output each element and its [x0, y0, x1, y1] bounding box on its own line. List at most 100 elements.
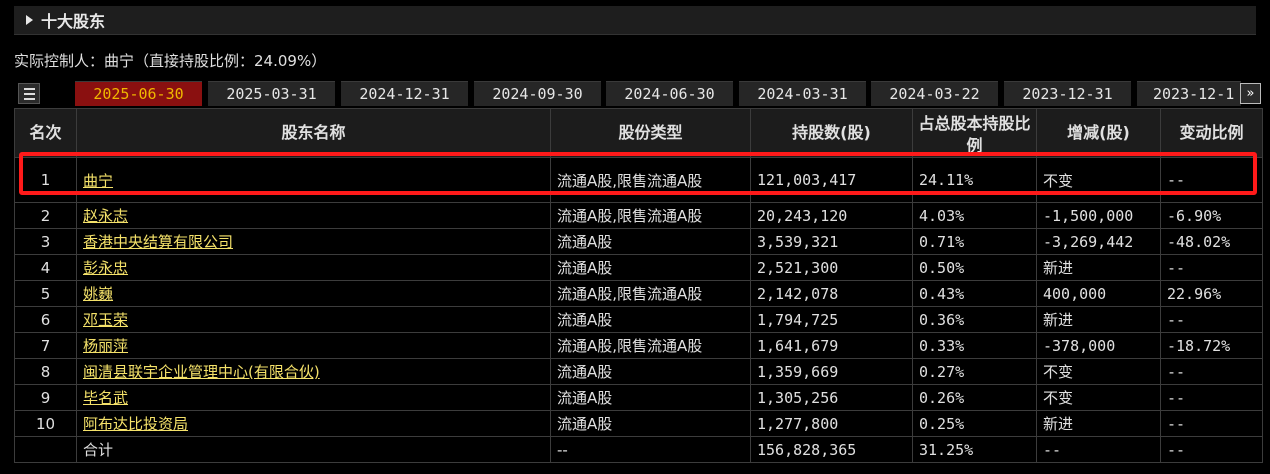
- row-change: 不变: [1036, 358, 1161, 385]
- tab-2023-12-31[interactable]: 2023-12-31: [1004, 81, 1131, 106]
- row-share-type: 流通A股,限售流通A股: [550, 332, 751, 359]
- holder-name-link[interactable]: 曲宁: [83, 172, 113, 190]
- holder-name-link[interactable]: 赵永志: [83, 207, 128, 225]
- table-row: 6 邓玉荣 流通A股 1,794,725 0.36% 新进 --: [14, 306, 1263, 333]
- total-row: 合计 -- 156,828,365 31.25% -- --: [14, 436, 1263, 463]
- row-shares: 2,521,300: [750, 254, 913, 281]
- tab-2025-03-31[interactable]: 2025-03-31: [208, 81, 335, 106]
- total-change-pct: --: [1160, 436, 1263, 463]
- table-row: 7 杨丽萍 流通A股,限售流通A股 1,641,679 0.33% -378,000 -18…: [14, 332, 1263, 359]
- row-shares: 1,794,725: [750, 306, 913, 333]
- holder-name-link[interactable]: 阿布达比投资局: [83, 415, 188, 433]
- row-share-type: 流通A股: [550, 306, 751, 333]
- row-share-type: 流通A股: [550, 228, 751, 255]
- top-ten-holders-table: 名次 股东名称 股份类型 持股数(股) 占总股本持股比例 增减(股) 变动比例 …: [14, 108, 1263, 463]
- row-change: -378,000: [1036, 332, 1161, 359]
- row-rank: 6: [14, 306, 77, 333]
- row-share-type: 流通A股: [550, 254, 751, 281]
- row-ratio: 0.50%: [912, 254, 1037, 281]
- holder-name-link[interactable]: 香港中央结算有限公司: [83, 233, 233, 251]
- tab-2024-12-31[interactable]: 2024-12-31: [341, 81, 468, 106]
- row-holder-name: 姚巍: [76, 280, 551, 307]
- row-change-pct: --: [1160, 384, 1263, 411]
- holder-name-link[interactable]: 邓玉荣: [83, 311, 128, 329]
- row-change-pct: -18.72%: [1160, 332, 1263, 359]
- row-rank: 1: [14, 157, 77, 203]
- row-change: 不变: [1036, 157, 1161, 203]
- holder-name-link[interactable]: 毕名武: [83, 389, 128, 407]
- row-holder-name: 赵永志: [76, 202, 551, 229]
- row-rank: 2: [14, 202, 77, 229]
- row-shares: 1,277,800: [750, 410, 913, 437]
- row-holder-name: 邓玉荣: [76, 306, 551, 333]
- header-holder-name[interactable]: 股东名称: [76, 108, 551, 158]
- row-shares: 1,359,669: [750, 358, 913, 385]
- tab-2024-03-22[interactable]: 2024-03-22: [871, 81, 998, 106]
- row-shares: 20,243,120: [750, 202, 913, 229]
- row-holder-name: 香港中央结算有限公司: [76, 228, 551, 255]
- table-row: 9 毕名武 流通A股 1,305,256 0.26% 不变 --: [14, 384, 1263, 411]
- row-holder-name: 曲宁: [76, 157, 551, 203]
- row-rank: 4: [14, 254, 77, 281]
- row-ratio: 24.11%: [912, 157, 1037, 203]
- holder-name-link[interactable]: 闽清县联宇企业管理中心(有限合伙): [83, 363, 320, 381]
- row-change: -3,269,442: [1036, 228, 1161, 255]
- table-row: 10 阿布达比投资局 流通A股 1,277,800 0.25% 新进 --: [14, 410, 1263, 437]
- row-change-pct: --: [1160, 254, 1263, 281]
- expand-triangle-icon[interactable]: [26, 15, 33, 25]
- row-shares: 2,142,078: [750, 280, 913, 307]
- tab-2024-03-31[interactable]: 2024-03-31: [739, 81, 866, 106]
- row-holder-name: 毕名武: [76, 384, 551, 411]
- table-row: 4 彭永忠 流通A股 2,521,300 0.50% 新进 --: [14, 254, 1263, 281]
- table-row: 3 香港中央结算有限公司 流通A股 3,539,321 0.71% -3,269,442-…: [14, 228, 1263, 255]
- header-rank[interactable]: 名次: [14, 108, 77, 158]
- header-share-type[interactable]: 股份类型: [550, 108, 751, 158]
- row-change: 400,000: [1036, 280, 1161, 307]
- row-change-pct: --: [1160, 157, 1263, 203]
- row-change-pct: -6.90%: [1160, 202, 1263, 229]
- list-icon[interactable]: [18, 83, 40, 104]
- holder-name-link[interactable]: 彭永忠: [83, 259, 128, 277]
- table-row: 5 姚巍 流通A股,限售流通A股 2,142,078 0.43% 400,000 22.96…: [14, 280, 1263, 307]
- date-tab-bar: 2025-06-30 2025-03-31 2024-12-31 2024-09-30…: [14, 80, 1262, 107]
- header-ratio[interactable]: 占总股本持股比例: [912, 108, 1037, 158]
- row-ratio: 0.25%: [912, 410, 1037, 437]
- row-rank: 9: [14, 384, 77, 411]
- row-ratio: 0.26%: [912, 384, 1037, 411]
- header-shares[interactable]: 持股数(股): [750, 108, 913, 158]
- double-chevron-right-icon[interactable]: »: [1240, 83, 1261, 104]
- tab-2023-12-1[interactable]: 2023-12-1: [1137, 81, 1241, 106]
- row-change-pct: --: [1160, 410, 1263, 437]
- header-change-pct[interactable]: 变动比例: [1160, 108, 1263, 158]
- row-rank: 10: [14, 410, 77, 437]
- row-change-pct: -48.02%: [1160, 228, 1263, 255]
- row-share-type: 流通A股,限售流通A股: [550, 157, 751, 203]
- total-shares: 156,828,365: [750, 436, 913, 463]
- row-change: 新进: [1036, 306, 1161, 333]
- total-rank: [14, 436, 77, 463]
- row-change: 新进: [1036, 410, 1161, 437]
- tab-2025-06-30[interactable]: 2025-06-30: [75, 81, 202, 106]
- row-ratio: 0.71%: [912, 228, 1037, 255]
- holder-name-link[interactable]: 姚巍: [83, 285, 113, 303]
- row-shares: 1,641,679: [750, 332, 913, 359]
- total-ratio: 31.25%: [912, 436, 1037, 463]
- holder-name-link[interactable]: 杨丽萍: [83, 337, 128, 355]
- tab-2024-06-30[interactable]: 2024-06-30: [606, 81, 733, 106]
- section-header[interactable]: 十大股东: [14, 6, 1256, 35]
- row-shares: 1,305,256: [750, 384, 913, 411]
- table-row: 8 闽清县联宇企业管理中心(有限合伙) 流通A股 1,359,669 0.27% 不变 --: [14, 358, 1263, 385]
- tab-2024-09-30[interactable]: 2024-09-30: [474, 81, 601, 106]
- row-ratio: 0.43%: [912, 280, 1037, 307]
- header-change[interactable]: 增减(股): [1036, 108, 1161, 158]
- row-rank: 8: [14, 358, 77, 385]
- row-share-type: 流通A股,限售流通A股: [550, 202, 751, 229]
- row-holder-name: 彭永忠: [76, 254, 551, 281]
- table-header-row: 名次 股东名称 股份类型 持股数(股) 占总股本持股比例 增减(股) 变动比例: [14, 108, 1263, 158]
- row-ratio: 4.03%: [912, 202, 1037, 229]
- row-shares: 3,539,321: [750, 228, 913, 255]
- total-type: --: [550, 436, 751, 463]
- row-ratio: 0.33%: [912, 332, 1037, 359]
- row-share-type: 流通A股: [550, 410, 751, 437]
- row-share-type: 流通A股,限售流通A股: [550, 280, 751, 307]
